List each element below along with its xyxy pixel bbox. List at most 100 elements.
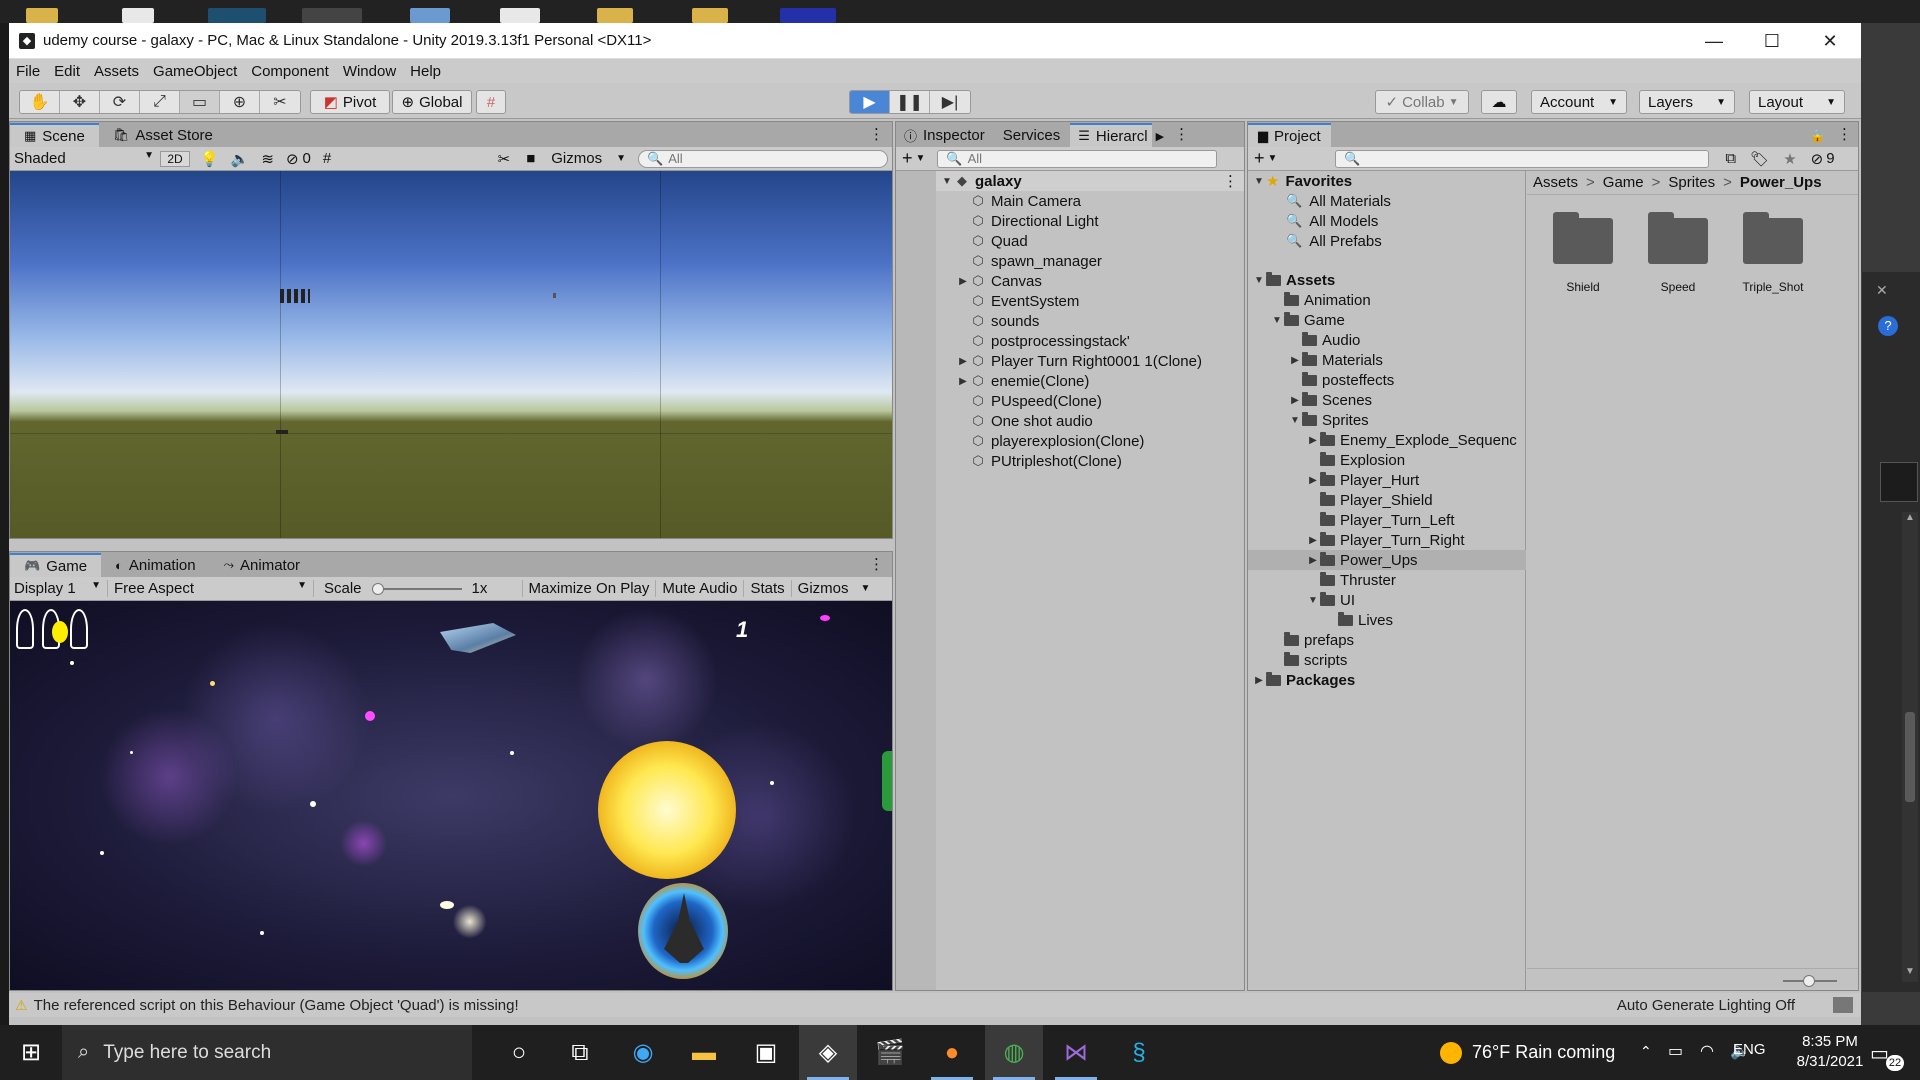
minimize-button[interactable]: — [1685, 23, 1743, 59]
scene-search-input[interactable]: 🔍 All [638, 149, 888, 168]
battery-icon[interactable]: ▭ [1668, 1041, 1683, 1061]
expand-arrow-icon[interactable]: ▼ [1252, 275, 1266, 286]
scene-menu-icon[interactable]: ⋮ [1223, 172, 1238, 190]
desktop-icon[interactable] [780, 8, 836, 23]
slider-thumb[interactable] [371, 582, 384, 595]
status-warning-text[interactable]: The referenced script on this Behaviour … [34, 997, 519, 1014]
tab-asset-store[interactable]: 🛍 Asset Store [99, 123, 227, 147]
gizmos-dropdown[interactable]: Gizmos ▼ [551, 150, 626, 167]
scene-object[interactable] [553, 293, 556, 298]
more-options-icon[interactable]: ⋮ [1831, 125, 1858, 147]
collab-button[interactable]: ✓ Collab ▼ [1375, 90, 1469, 114]
project-tree-item[interactable]: prefaps [1248, 630, 1526, 650]
project-tree-item[interactable]: Audio [1248, 330, 1526, 350]
expand-arrow-icon[interactable]: ▼ [1288, 415, 1302, 426]
breadcrumb-game[interactable]: Game [1603, 174, 1644, 191]
scene-object[interactable] [276, 430, 288, 434]
expand-arrow-icon[interactable]: ▶ [1306, 475, 1320, 486]
chevron-up-icon[interactable]: ⌃ [1640, 1043, 1652, 1060]
background-window[interactable]: ✕ ? ▲ ▼ [1861, 272, 1920, 992]
desktop-icon[interactable] [500, 8, 540, 23]
global-button[interactable]: ⊕ Global [392, 90, 472, 114]
hidden-packages-toggle[interactable]: ⊘ 9 [1811, 150, 1835, 168]
favorite-item[interactable]: 🔍 All Materials [1286, 191, 1391, 211]
project-tree-item[interactable]: ▼ Sprites [1248, 410, 1526, 430]
scrollbar[interactable]: ▲ ▼ [1902, 512, 1918, 982]
expand-arrow-icon[interactable]: ▼ [1306, 595, 1320, 606]
scale-slider[interactable] [371, 582, 462, 595]
project-tree-item[interactable]: ▶ Packages [1248, 670, 1526, 690]
project-tree-item[interactable]: scripts [1248, 650, 1526, 670]
expand-arrow-icon[interactable]: ▶ [956, 276, 970, 287]
desktop-icon[interactable] [122, 8, 154, 23]
project-tree-item[interactable]: Player_Shield [1248, 490, 1526, 510]
project-tree-item[interactable]: Player_Turn_Left [1248, 510, 1526, 530]
hierarchy-item[interactable]: ⬡ spawn_manager [936, 251, 1244, 271]
hierarchy-item[interactable]: ⬡ playerexplosion(Clone) [936, 431, 1244, 451]
expand-arrow-icon[interactable]: ▶ [1306, 535, 1320, 546]
project-tree-item[interactable]: ▼ UI [1248, 590, 1526, 610]
chrome-icon[interactable]: ◍ [985, 1025, 1043, 1080]
tab-animation[interactable]: ◐ Animation [101, 553, 210, 577]
hidden-objects-toggle[interactable]: ⊘ 0 [286, 150, 311, 168]
menu-gameobject[interactable]: GameObject [146, 63, 244, 80]
gizmos-dropdown[interactable]: Gizmos ▼ [790, 580, 877, 597]
create-dropdown[interactable]: + ▼ [1248, 148, 1283, 169]
visual-studio-icon[interactable]: ⋈ [1047, 1025, 1105, 1080]
lock-icon[interactable]: 🔒 [1804, 129, 1831, 147]
shading-dropdown[interactable]: Shaded ▼ [10, 150, 160, 167]
notifications-button[interactable]: ▭ 22 [1868, 1035, 1904, 1071]
custom-tool-icon[interactable]: ✂ [260, 91, 300, 113]
hierarchy-item[interactable]: ▶ ⬡ Canvas [936, 271, 1244, 291]
project-search-input[interactable]: 🔍 [1335, 149, 1710, 168]
hierarchy-search-input[interactable]: 🔍 All [937, 149, 1218, 168]
search-by-label-icon[interactable]: 🏷 [1750, 150, 1769, 168]
account-dropdown[interactable]: Account ▼ [1531, 90, 1627, 114]
hand-tool-icon[interactable]: ✋ [20, 91, 60, 113]
weather-widget[interactable]: 76°F Rain coming [1440, 1025, 1615, 1080]
grid-toggle-icon[interactable]: # [323, 150, 331, 167]
menu-edit[interactable]: Edit [47, 63, 87, 80]
hierarchy-item[interactable]: ⬡ Main Camera [936, 191, 1244, 211]
tab-hierarchy[interactable]: ☰ Hierarcl [1070, 123, 1152, 147]
maximize-button[interactable]: ☐ [1743, 23, 1801, 59]
wifi-icon[interactable]: ◠ [1700, 1041, 1714, 1061]
more-options-icon[interactable]: ⋮ [861, 555, 892, 577]
tab-game[interactable]: 🎮 Game [10, 553, 102, 577]
desktop-icon[interactable] [597, 8, 633, 23]
project-tree-item[interactable]: ▶ Enemy_Explode_Sequenc [1248, 430, 1526, 450]
unity-taskbar-icon[interactable]: ◈ [799, 1025, 857, 1080]
pivot-button[interactable]: ◩ Pivot [310, 90, 390, 114]
favorite-star-icon[interactable]: ★ [1783, 150, 1796, 168]
transform-tool-icon[interactable]: ⊕ [220, 91, 260, 113]
breadcrumb-power-ups[interactable]: Power_Ups [1740, 174, 1822, 191]
expand-arrow-icon[interactable]: ▶ [1306, 555, 1320, 566]
menu-window[interactable]: Window [336, 63, 403, 80]
close-button[interactable]: ✕ [1801, 23, 1859, 59]
desktop-icon[interactable] [302, 8, 362, 23]
desktop-icon[interactable] [692, 8, 728, 23]
project-tree-item[interactable]: ▼ Game [1248, 310, 1526, 330]
windows-start-icon[interactable]: ⊞ [2, 1025, 60, 1080]
chevron-right-icon[interactable]: ▶ [1152, 130, 1168, 147]
tab-inspector[interactable]: ⓘ Inspector [896, 123, 993, 147]
menu-help[interactable]: Help [403, 63, 448, 80]
2d-toggle[interactable]: 2D [160, 150, 190, 167]
project-tree-item[interactable]: Explosion [1248, 450, 1526, 470]
hierarchy-item[interactable]: ⬡ One shot audio [936, 411, 1244, 431]
layers-dropdown[interactable]: Layers ▼ [1639, 90, 1735, 114]
project-tree-item[interactable]: ▶ Player_Hurt [1248, 470, 1526, 490]
stats-toggle[interactable]: Stats [743, 580, 790, 597]
project-tree-item[interactable]: ▶ Power_Ups [1248, 550, 1526, 570]
expand-arrow-icon[interactable]: ▶ [956, 356, 970, 367]
effects-toggle-icon[interactable]: ≋ [261, 150, 274, 168]
task-view-icon[interactable]: ⧉ [551, 1025, 609, 1080]
file-explorer-icon[interactable]: ▬ [675, 1025, 733, 1080]
help-icon[interactable]: ? [1878, 316, 1898, 336]
rect-tool-icon[interactable]: ▭ [180, 91, 220, 113]
pause-button-icon[interactable]: ❚❚ [890, 91, 930, 113]
hierarchy-item[interactable]: ⬡ EventSystem [936, 291, 1244, 311]
layout-dropdown[interactable]: Layout ▼ [1749, 90, 1845, 114]
lighting-status[interactable]: Auto Generate Lighting Off [1617, 997, 1795, 1014]
tab-animator[interactable]: ⤳ Animator [210, 553, 314, 577]
